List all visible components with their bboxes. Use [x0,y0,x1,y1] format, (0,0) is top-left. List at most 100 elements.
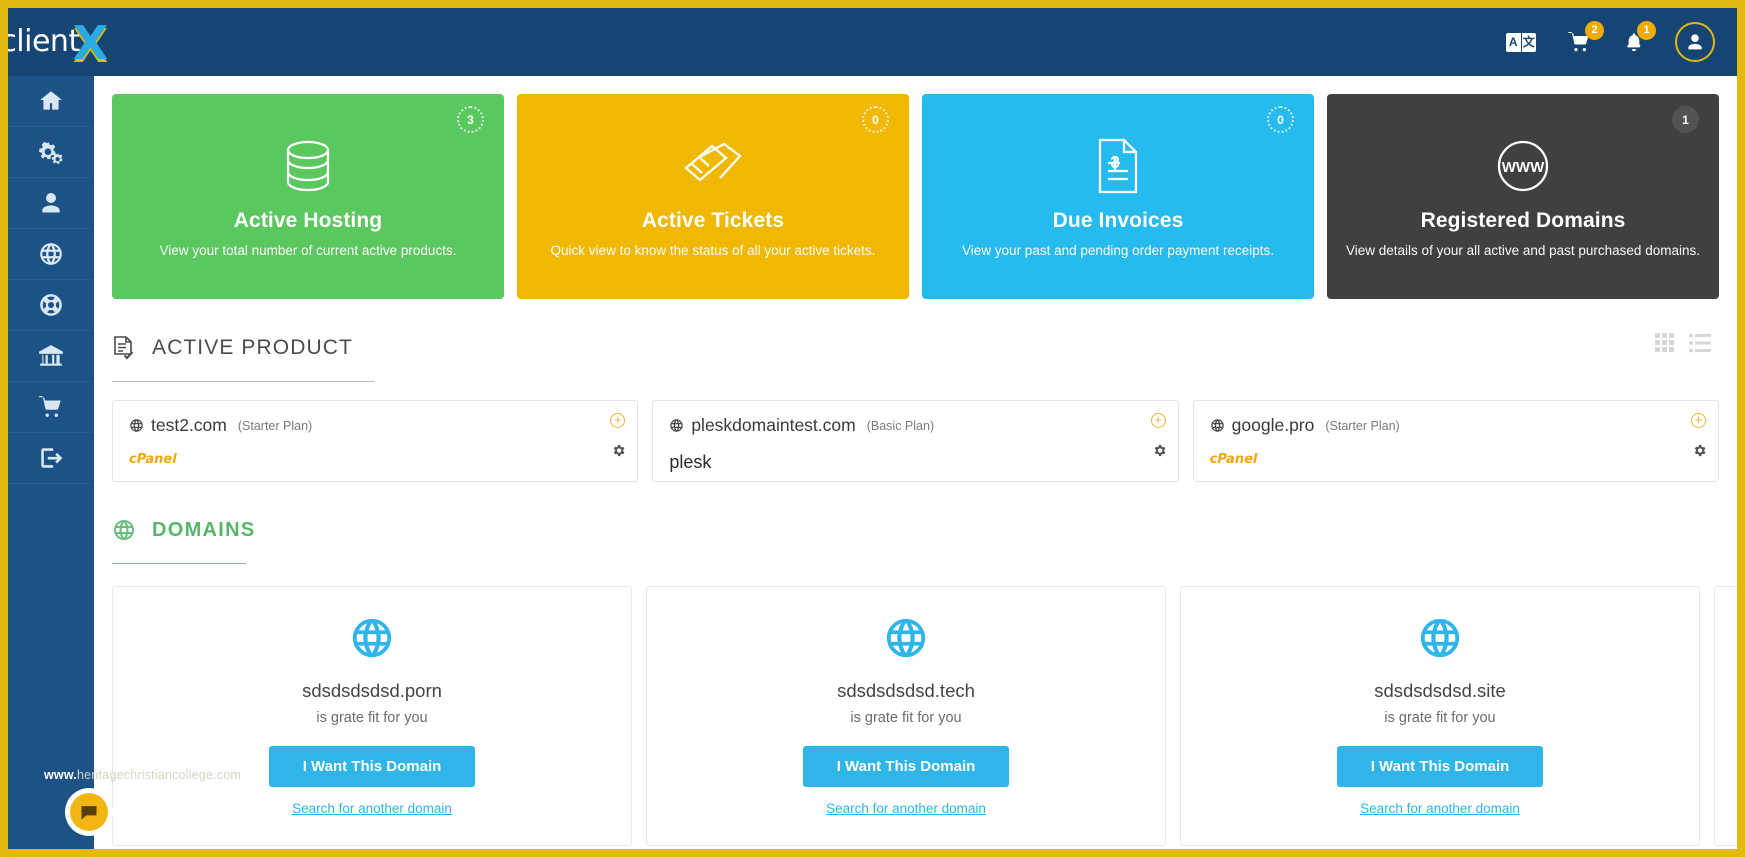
stat-subtitle: View your past and pending order payment… [962,243,1274,258]
invoice-icon [1096,135,1140,197]
i-want-this-domain-button[interactable]: I Want This Domain [802,746,1010,787]
left-sidebar [8,76,94,849]
active-product-title: ACTIVE PRODUCT [152,336,353,359]
active-product-cards: test2.com (Starter Plan) cPanel + pleskd… [94,382,1737,482]
stat-subtitle: View your total number of current active… [159,243,457,258]
svg-text:WWW: WWW [1502,159,1545,176]
active-product-section-header: ACTIVE PRODUCT [94,333,1737,366]
stat-title: Registered Domains [1420,209,1626,232]
globe-icon [40,243,62,265]
www-icon: WWW [1492,135,1554,197]
stat-badge: 1 [1672,106,1699,133]
user-icon [42,193,60,213]
product-control-panel: plesk [669,452,712,472]
sidebar-item-store[interactable] [8,382,94,433]
search-another-domain-link[interactable]: Search for another domain [292,801,452,816]
product-plan: (Basic Plan) [866,418,935,433]
topbar-actions: A 文 2 1 [1506,21,1737,62]
sidebar-item-home[interactable] [8,76,94,127]
product-card[interactable]: pleskdomaintest.com (Basic Plan) plesk + [652,400,1179,482]
sidebar-item-support[interactable] [8,280,94,331]
brand-logo[interactable]: client X [8,8,108,76]
life-ring-icon [40,294,62,316]
stat-badge: 3 [457,106,484,133]
domains-title: DOMAINS [152,518,256,541]
product-domain: google.pro [1231,415,1315,435]
product-domain: test2.com [151,415,227,435]
product-card[interactable]: google.pro (Starter Plan) cPanel + [1192,400,1719,482]
shopping-cart-icon [39,396,61,417]
stat-card-active-hosting[interactable]: 3 Active Hosting View your total number … [112,94,504,299]
gear-icon[interactable] [611,443,626,463]
search-another-domain-link[interactable]: Search for another domain [826,801,986,816]
translate-icon: A 文 [1506,32,1536,52]
domain-tagline: is grate fit for you [850,710,962,726]
product-domain: pleskdomaintest.com [691,415,856,435]
stat-badge: 0 [1267,106,1294,133]
globe-icon [349,615,395,666]
globe-icon [669,418,684,433]
product-plan: (Starter Plan) [237,418,313,433]
stat-cards-row: 3 Active Hosting View your total number … [94,76,1737,299]
language-switcher-button[interactable]: A 文 [1506,32,1536,52]
sidebar-item-logout[interactable] [8,433,94,484]
notifications-button[interactable]: 1 [1623,21,1656,54]
gear-icon[interactable] [1152,443,1167,463]
stat-card-registered-domains[interactable]: 1 WWW Registered Domains View details of… [1327,94,1719,299]
document-check-icon [112,334,138,362]
sign-out-icon [41,448,63,468]
list-view-icon[interactable] [1689,333,1711,358]
product-control-panel: cPanel [129,452,177,467]
domain-suggestion-cards: sdsdsdsdsd.porn is grate fit for you I W… [94,564,1737,846]
stat-title: Active Hosting [233,209,383,232]
sidebar-item-services[interactable] [8,127,94,178]
globe-icon [129,418,144,433]
stat-subtitle: Quick view to know the status of all you… [550,243,876,258]
domains-section-header: DOMAINS [94,516,1737,548]
sidebar-item-domains[interactable] [8,229,94,280]
stat-card-active-tickets[interactable]: 0 Active Tickets Quick view to know the … [517,94,909,299]
globe-icon [1417,615,1463,666]
chat-widget-button[interactable] [70,793,108,831]
domain-tagline: is grate fit for you [316,710,428,726]
globe-icon [1210,418,1225,433]
product-control-panel: cPanel [1209,452,1258,467]
brand-logo-x: X [72,16,108,70]
cogs-icon [39,141,63,165]
domain-tagline: is grate fit for you [1384,710,1496,726]
plus-circle-icon[interactable]: + [1150,413,1166,428]
domain-card-partial [1714,586,1737,846]
domain-name: sdsdsdsdsd.tech [837,680,975,701]
plus-circle-icon[interactable]: + [610,413,626,428]
product-card[interactable]: test2.com (Starter Plan) cPanel + [112,400,639,482]
grid-view-icon[interactable] [1655,333,1675,358]
domain-name: sdsdsdsdsd.porn [302,680,442,701]
stat-badge: 0 [862,106,889,133]
search-another-domain-link[interactable]: Search for another domain [1360,801,1520,816]
chat-bubble-icon [81,806,97,820]
main-content: 3 Active Hosting View your total number … [94,76,1737,849]
domain-card: sdsdsdsdsd.tech is grate fit for you I W… [646,586,1166,846]
tickets-icon [682,135,744,197]
gear-icon[interactable] [1692,443,1707,463]
sidebar-item-billing[interactable] [8,331,94,382]
translate-icon-left: A [1506,32,1522,52]
globe-icon [112,516,138,544]
notifications-badge: 1 [1637,21,1656,40]
user-account-button[interactable] [1675,22,1715,62]
product-plan: (Starter Plan) [1325,418,1400,433]
stat-card-due-invoices[interactable]: 0 Due Invoices View your past and pendin… [922,94,1314,299]
sidebar-item-account[interactable] [8,178,94,229]
stat-subtitle: View details of your all active and past… [1346,243,1700,258]
cart-badge: 2 [1585,21,1604,40]
plus-circle-icon[interactable]: + [1690,413,1706,428]
stat-title: Active Tickets [641,209,785,232]
stat-title: Due Invoices [1052,209,1184,232]
i-want-this-domain-button[interactable]: I Want This Domain [1336,746,1544,787]
cart-button[interactable]: 2 [1566,21,1604,54]
user-icon [1688,34,1702,50]
i-want-this-domain-button[interactable]: I Want This Domain [268,746,476,787]
view-mode-toggle [1655,333,1719,366]
database-icon [281,135,335,197]
bank-icon [39,345,63,366]
